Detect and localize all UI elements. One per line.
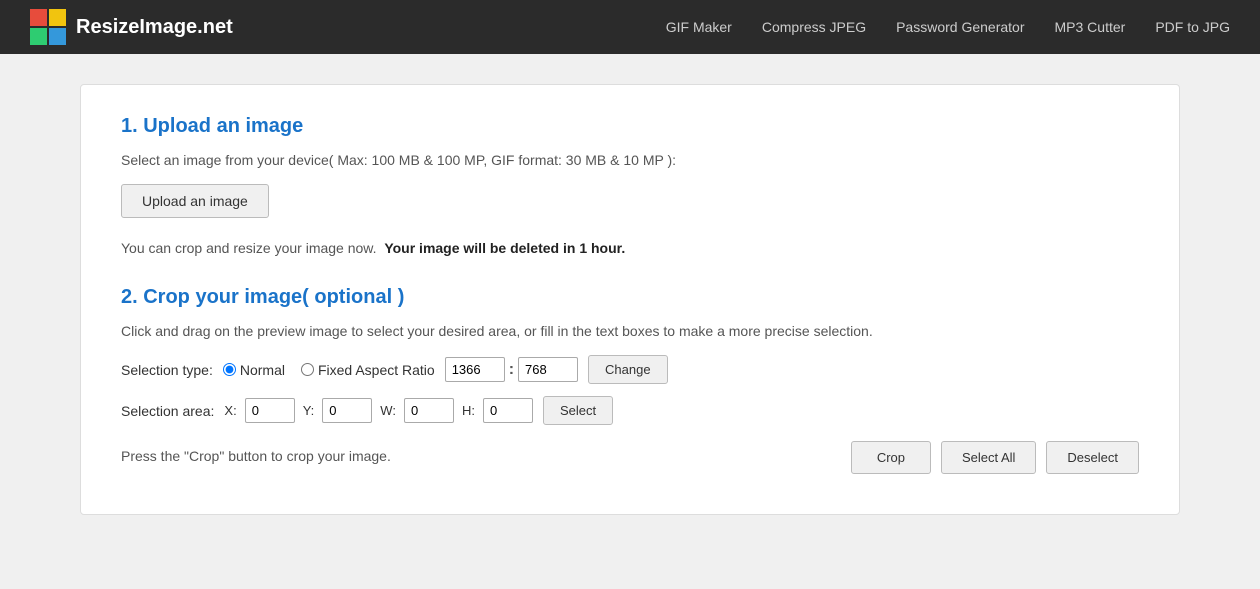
ratio-height-input[interactable] <box>518 357 578 382</box>
h-input[interactable] <box>483 398 533 423</box>
nav-item-password-generator[interactable]: Password Generator <box>896 19 1024 35</box>
press-crop-row: Press the "Crop" button to crop your ima… <box>121 437 1139 474</box>
delete-notice: You can crop and resize your image now. … <box>121 240 1139 256</box>
logo-text: ResizeImage.net <box>76 16 233 39</box>
x-input[interactable] <box>245 398 295 423</box>
delete-notice-bold: Your image will be deleted in 1 hour. <box>384 240 625 256</box>
radio-group: Normal Fixed Aspect Ratio <box>223 362 435 378</box>
w-input[interactable] <box>404 398 454 423</box>
select-all-button[interactable]: Select All <box>941 441 1036 474</box>
selection-type-label: Selection type: <box>121 362 213 378</box>
selection-area-row: Selection area: X: Y: W: H: Select <box>121 396 1139 425</box>
logo-area: ResizeImage.net <box>30 9 233 45</box>
logo-icon <box>30 9 66 45</box>
ratio-width-input[interactable] <box>445 357 505 382</box>
selection-area-label: Selection area: <box>121 403 214 419</box>
y-input[interactable] <box>322 398 372 423</box>
nav-item-compress-jpeg[interactable]: Compress JPEG <box>762 19 866 35</box>
nav: GIF Maker Compress JPEG Password Generat… <box>666 19 1230 35</box>
radio-normal[interactable] <box>223 363 236 376</box>
press-note: Press the "Crop" button to crop your ima… <box>121 448 391 464</box>
nav-item-pdf-to-jpg[interactable]: PDF to JPG <box>1155 19 1230 35</box>
w-label: W: <box>380 403 396 418</box>
ratio-inputs: : <box>445 357 578 382</box>
upload-button[interactable]: Upload an image <box>121 184 269 218</box>
radio-fixed-text: Fixed Aspect Ratio <box>318 362 435 378</box>
radio-normal-text: Normal <box>240 362 285 378</box>
nav-item-gif-maker[interactable]: GIF Maker <box>666 19 732 35</box>
radio-normal-label[interactable]: Normal <box>223 362 285 378</box>
ratio-separator: : <box>509 361 514 379</box>
crop-buttons-row: Crop Select All Deselect <box>851 441 1139 474</box>
selection-type-row: Selection type: Normal Fixed Aspect Rati… <box>121 355 1139 384</box>
content-card: 1. Upload an image Select an image from … <box>80 84 1180 515</box>
h-label: H: <box>462 403 475 418</box>
crop-instruction: Click and drag on the preview image to s… <box>121 323 1139 339</box>
header: ResizeImage.net GIF Maker Compress JPEG … <box>0 0 1260 54</box>
section1-description: Select an image from your device( Max: 1… <box>121 152 1139 168</box>
delete-notice-plain: You can crop and resize your image now. <box>121 240 377 256</box>
radio-fixed-label[interactable]: Fixed Aspect Ratio <box>301 362 435 378</box>
x-label: X: <box>224 403 236 418</box>
main-wrapper: 1. Upload an image Select an image from … <box>0 54 1260 545</box>
select-button[interactable]: Select <box>543 396 613 425</box>
nav-item-mp3-cutter[interactable]: MP3 Cutter <box>1055 19 1126 35</box>
section2-title: 2. Crop your image( optional ) <box>121 286 1139 309</box>
radio-fixed[interactable] <box>301 363 314 376</box>
section1-title: 1. Upload an image <box>121 115 1139 138</box>
change-button[interactable]: Change <box>588 355 668 384</box>
crop-button[interactable]: Crop <box>851 441 931 474</box>
section1: 1. Upload an image Select an image from … <box>121 115 1139 256</box>
coord-group: X: Y: W: H: <box>224 398 533 423</box>
section2: 2. Crop your image( optional ) Click and… <box>121 286 1139 474</box>
y-label: Y: <box>303 403 315 418</box>
deselect-button[interactable]: Deselect <box>1046 441 1139 474</box>
